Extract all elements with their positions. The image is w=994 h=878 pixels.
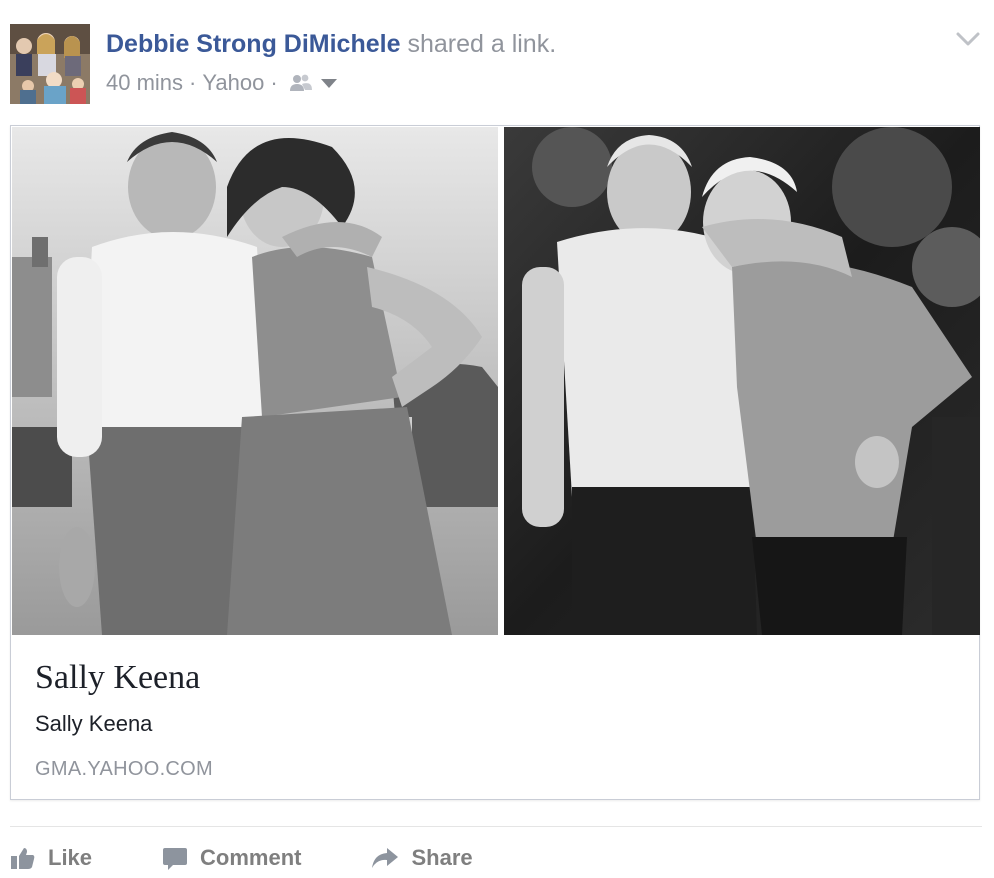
link-description: Sally Keena: [35, 711, 153, 736]
feed-post: Debbie Strong DiMichele shared a link. 4…: [0, 0, 994, 870]
share-label: Share: [411, 845, 473, 870]
like-button[interactable]: Like: [10, 838, 92, 878]
audience-selector[interactable]: [288, 73, 338, 93]
post-meta: 40 mins · Yahoo ·: [106, 68, 338, 98]
link-preview-image[interactable]: [12, 127, 980, 635]
link-domain: GMA.YAHOO.COM: [35, 758, 213, 780]
shared-text: shared a: [407, 30, 505, 58]
meta-separator: ·: [189, 70, 197, 95]
thumbs-up-icon: [11, 848, 35, 869]
caret-down-icon: [320, 79, 337, 88]
link-preview-text: Sally Keena Sally Keena GMA.YAHOO.COM: [35, 656, 955, 782]
like-label: Like: [48, 845, 93, 870]
comment-label: Comment: [200, 845, 302, 870]
share-icon: [372, 848, 399, 868]
post-source[interactable]: Yahoo: [202, 68, 264, 98]
friends-icon: [289, 74, 312, 91]
author-avatar[interactable]: [10, 24, 90, 104]
author-name[interactable]: Debbie Strong DiMichele: [106, 30, 400, 58]
link-title[interactable]: Sally Keena: [35, 656, 955, 700]
shared-link-label[interactable]: link.: [512, 30, 556, 58]
post-timestamp[interactable]: 40 mins: [106, 68, 183, 98]
post-header: Debbie Strong DiMichele shared a link.: [106, 28, 556, 60]
share-button[interactable]: Share: [371, 838, 473, 878]
comment-button[interactable]: Comment: [162, 838, 301, 878]
comment-icon: [163, 848, 188, 870]
link-preview-card[interactable]: Sally Keena Sally Keena GMA.YAHOO.COM: [10, 125, 980, 800]
action-bar-divider: [10, 826, 982, 827]
chevron-down-icon[interactable]: [954, 28, 982, 50]
post-action-bar: Like Comment Share: [10, 838, 543, 878]
meta-separator: ·: [270, 70, 278, 95]
